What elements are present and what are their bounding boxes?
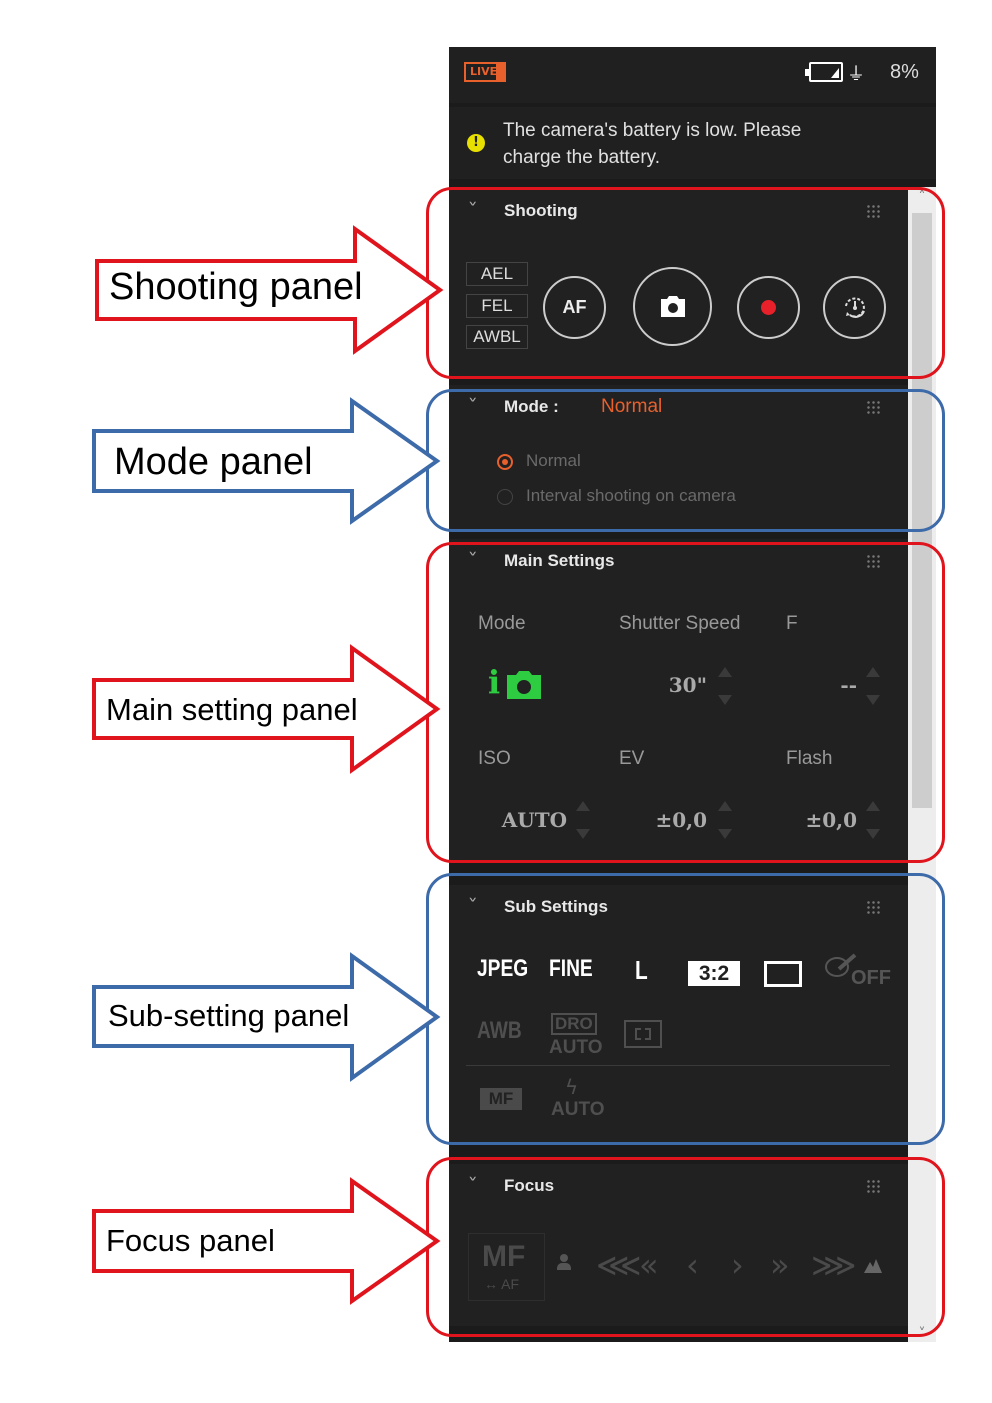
battery-warning: ! The camera's battery is low. Please ch… bbox=[449, 107, 936, 179]
main-setting-panel-label: Main setting panel bbox=[106, 692, 358, 727]
warning-text: The camera's battery is low. Please char… bbox=[503, 120, 802, 168]
battery-icon bbox=[805, 62, 843, 82]
mode-panel-label: Mode panel bbox=[114, 441, 313, 483]
sub-setting-panel-label: Sub-setting panel bbox=[108, 998, 350, 1033]
sub-settings-highlight-box bbox=[426, 873, 945, 1145]
focus-panel-label: Focus panel bbox=[106, 1223, 275, 1258]
shooting-highlight-box bbox=[426, 187, 945, 379]
status-bar: LIVE ⏚ 8% bbox=[449, 47, 936, 103]
warning-icon: ! bbox=[467, 134, 485, 152]
mode-highlight-box bbox=[426, 389, 945, 532]
battery-percent: 8% bbox=[890, 61, 919, 83]
shooting-panel-label: Shooting panel bbox=[109, 266, 363, 308]
live-view-button[interactable]: LIVE bbox=[464, 62, 506, 82]
power-plug-icon: ⏚ bbox=[847, 64, 865, 85]
main-settings-highlight-box bbox=[426, 542, 945, 863]
focus-highlight-box bbox=[426, 1157, 945, 1337]
